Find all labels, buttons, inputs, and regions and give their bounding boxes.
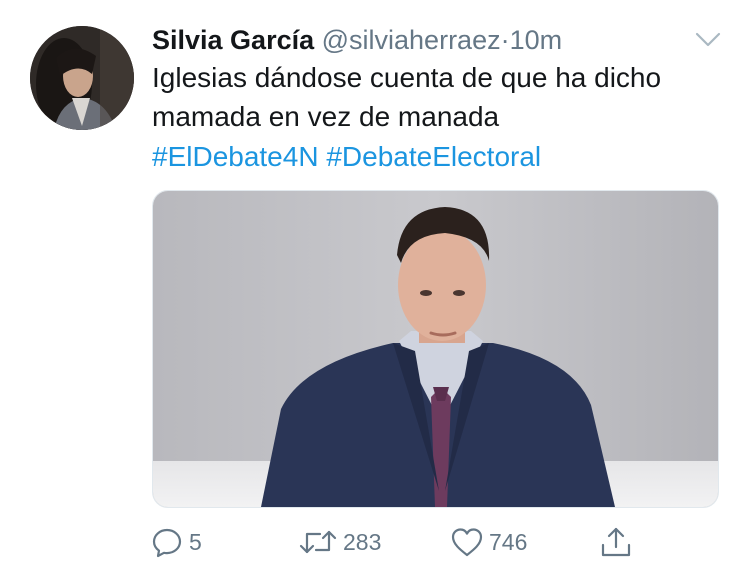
tweet-text-line: Iglesias dándose cuenta de que ha dicho bbox=[152, 62, 662, 93]
reply-icon bbox=[152, 528, 182, 558]
hashtag-debateelectoral[interactable]: #DebateElectoral bbox=[326, 141, 541, 172]
separator-dot: · bbox=[500, 25, 510, 55]
author-handle[interactable]: @silviaherraez bbox=[322, 25, 501, 55]
tweet-header: Silvia García @silviaherraez·10m bbox=[152, 22, 562, 58]
reply-button[interactable]: 5 bbox=[150, 522, 202, 562]
retweet-button[interactable]: 283 bbox=[298, 522, 381, 562]
tweet-text: Iglesias dándose cuenta de que ha dicho … bbox=[152, 58, 732, 136]
retweet-count: 283 bbox=[343, 528, 382, 555]
timestamp[interactable]: 10m bbox=[510, 25, 563, 55]
like-icon bbox=[451, 528, 483, 557]
hashtags: #ElDebate4N #DebateElectoral bbox=[152, 137, 541, 176]
avatar[interactable] bbox=[30, 26, 134, 130]
caret-down-icon bbox=[695, 32, 721, 47]
share-button[interactable] bbox=[599, 522, 633, 562]
share-icon bbox=[601, 527, 631, 557]
reply-count: 5 bbox=[189, 528, 202, 555]
tweet-actions: 5 283 746 bbox=[0, 522, 750, 562]
tweet-text-line: mamada en vez de manada bbox=[152, 101, 500, 132]
like-count: 746 bbox=[489, 528, 528, 555]
tweet-media-image[interactable] bbox=[152, 190, 719, 508]
tweet-menu-button[interactable] bbox=[694, 28, 722, 50]
like-button[interactable]: 746 bbox=[450, 522, 527, 562]
hashtag-eldebate4n[interactable]: #ElDebate4N bbox=[152, 141, 319, 172]
retweet-icon bbox=[299, 530, 337, 554]
author-name[interactable]: Silvia García bbox=[152, 25, 314, 55]
